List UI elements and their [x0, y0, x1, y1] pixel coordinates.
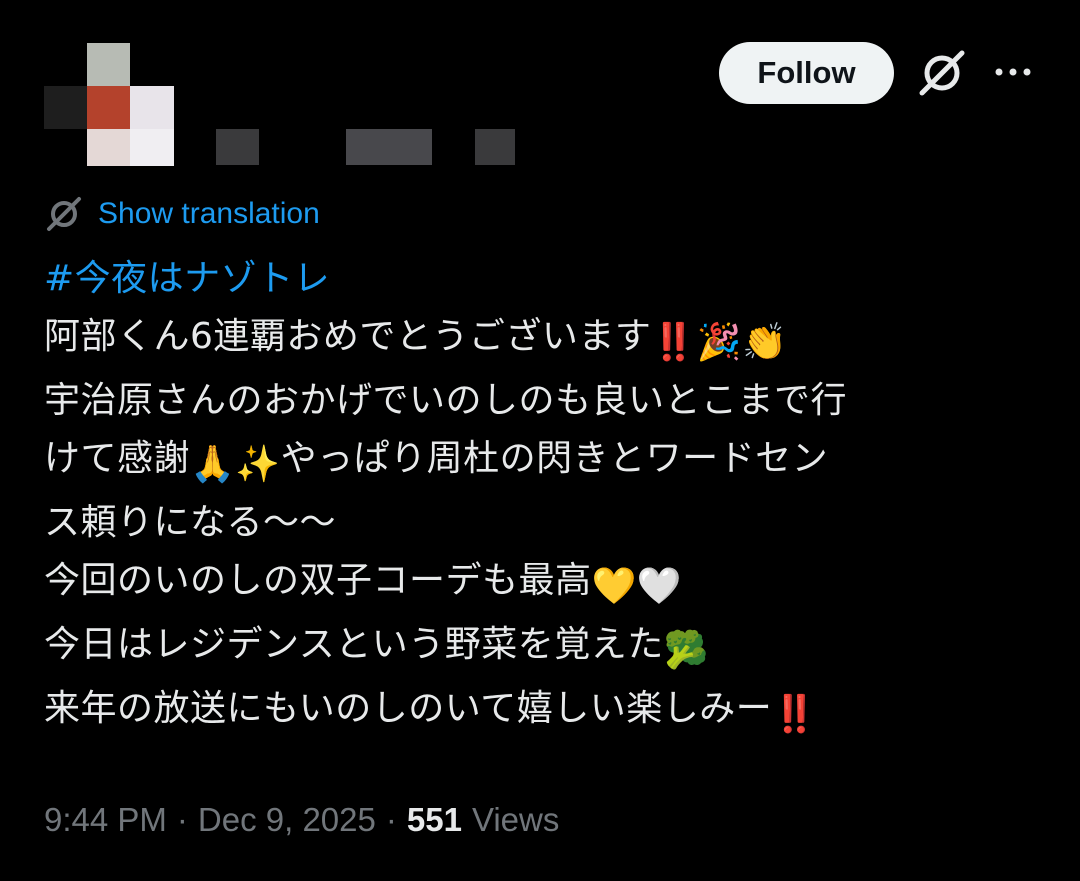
double-exclamation-emoji: ‼️ [772, 694, 818, 735]
folded-hands-emoji: 🙏 [190, 444, 236, 485]
tweet-line-text: 今日はレジデンスという野菜を覚えた [44, 624, 664, 665]
display-name-redacted[interactable] [216, 129, 259, 165]
tweet-line-text: やっぱり周杜の閃きとワードセン [280, 438, 829, 479]
tweet-line-text: 阿部くん6連覇おめでとうございます [44, 316, 652, 357]
tweet-line-text: 宇治原さんのおかげでいのしのも良いとこまで行 [44, 380, 848, 421]
yellow-heart-emoji: 💛 [591, 566, 637, 607]
tweet-line: 今日はレジデンスという野菜を覚えた🥦 [44, 616, 1044, 680]
grok-icon[interactable] [916, 47, 968, 99]
tweet-date[interactable]: Dec 9, 2025 [198, 801, 376, 839]
display-name-redacted[interactable] [475, 129, 515, 165]
tweet-line: 宇治原さんのおかげでいのしのも良いとこまで行 [44, 372, 1044, 430]
follow-button[interactable]: Follow [719, 42, 894, 104]
translate-row: Show translation [44, 190, 320, 238]
tweet-line: 今回のいのしの双子コーデも最高💛🤍 [44, 552, 1044, 616]
tweet-text: #今夜はナゾトレ 阿部くん6連覇おめでとうございます‼️🎉👏 宇治原さんのおかげ… [44, 250, 1044, 744]
tweet-line: けて感謝🙏✨やっぱり周杜の閃きとワードセン [44, 430, 1044, 494]
grok-translate-icon [47, 197, 81, 231]
clapping-hands-emoji: 👏 [742, 322, 788, 363]
separator: · [385, 801, 397, 838]
tweet-line: ス頼りになる〜〜 [44, 494, 1044, 552]
views-count[interactable]: 551 [407, 801, 462, 839]
tweet-line-text: ス頼りになる〜〜 [44, 502, 337, 543]
avatar[interactable] [44, 43, 174, 166]
double-exclamation-emoji: ‼️ [651, 322, 697, 363]
tweet-line-text: けて感謝 [44, 438, 191, 479]
white-heart-emoji: 🤍 [636, 566, 683, 607]
tweet-line-text: 今回のいのしの双子コーデも最高 [44, 560, 592, 601]
tweet-line: 阿部くん6連覇おめでとうございます‼️🎉👏 [44, 308, 1044, 372]
show-translation-link[interactable]: Show translation [98, 197, 320, 231]
broccoli-emoji: 🥦 [663, 630, 710, 671]
party-popper-emoji: 🎉 [696, 322, 743, 363]
sparkles-emoji: ✨ [235, 444, 281, 485]
more-options-icon[interactable] [993, 62, 1033, 82]
tweet-line-text: 来年の放送にもいのしのいて嬉しい楽しみー [44, 688, 773, 729]
views-label[interactable]: Views [472, 801, 559, 839]
separator: · [176, 801, 188, 838]
display-name-redacted[interactable] [346, 129, 432, 165]
tweet-time[interactable]: 9:44 PM [44, 801, 167, 839]
tweet-meta: 9:44 PM · Dec 9, 2025 · 551 Views [44, 796, 559, 844]
hashtag-link[interactable]: #今夜はナゾトレ [44, 258, 330, 299]
tweet-line: 来年の放送にもいのしのいて嬉しい楽しみー‼️ [44, 680, 1044, 744]
